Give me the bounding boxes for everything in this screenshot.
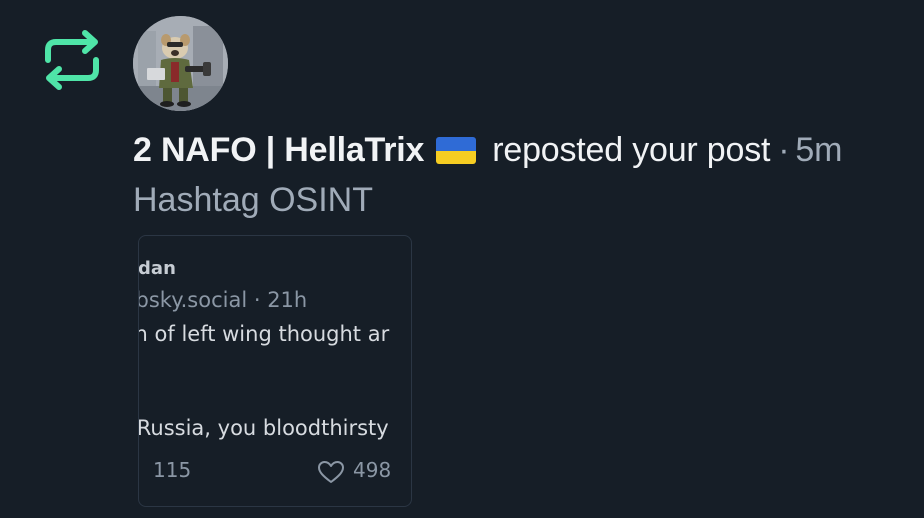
notification-time: 5m: [795, 131, 843, 169]
like-count: 498: [353, 458, 392, 482]
heart-icon[interactable]: [317, 460, 345, 484]
notification-action: reposted your post: [492, 131, 771, 169]
embed-text-line: : Russia, you bloodthirsty: [138, 416, 389, 440]
repost-icon: [45, 30, 99, 90]
avatar-image: [133, 16, 228, 111]
embed-action-bar: 115 498: [139, 458, 411, 488]
embed-display-name: ridan: [138, 258, 176, 279]
notification-headline: 2 NAFO | HellaTrix reposted your post · 5m: [133, 128, 842, 172]
embed-text-line: ch of left wing thought ar: [138, 322, 390, 346]
ukraine-flag-icon: [436, 137, 477, 164]
author-avatar[interactable]: [133, 16, 228, 111]
embedded-post-card[interactable]: ridan i.bsky.social · 21h ch of left win…: [138, 235, 412, 507]
separator-dot: ·: [778, 131, 790, 169]
repost-notification[interactable]: 2 NAFO | HellaTrix reposted your post · 5m …: [0, 0, 924, 518]
embed-handle-time: i.bsky.social · 21h: [138, 288, 308, 312]
reposted-post-text[interactable]: Hashtag OSINT: [133, 178, 373, 222]
reply-count: 115: [153, 458, 192, 482]
author-name-link[interactable]: 2 NAFO | HellaTrix: [133, 131, 424, 169]
